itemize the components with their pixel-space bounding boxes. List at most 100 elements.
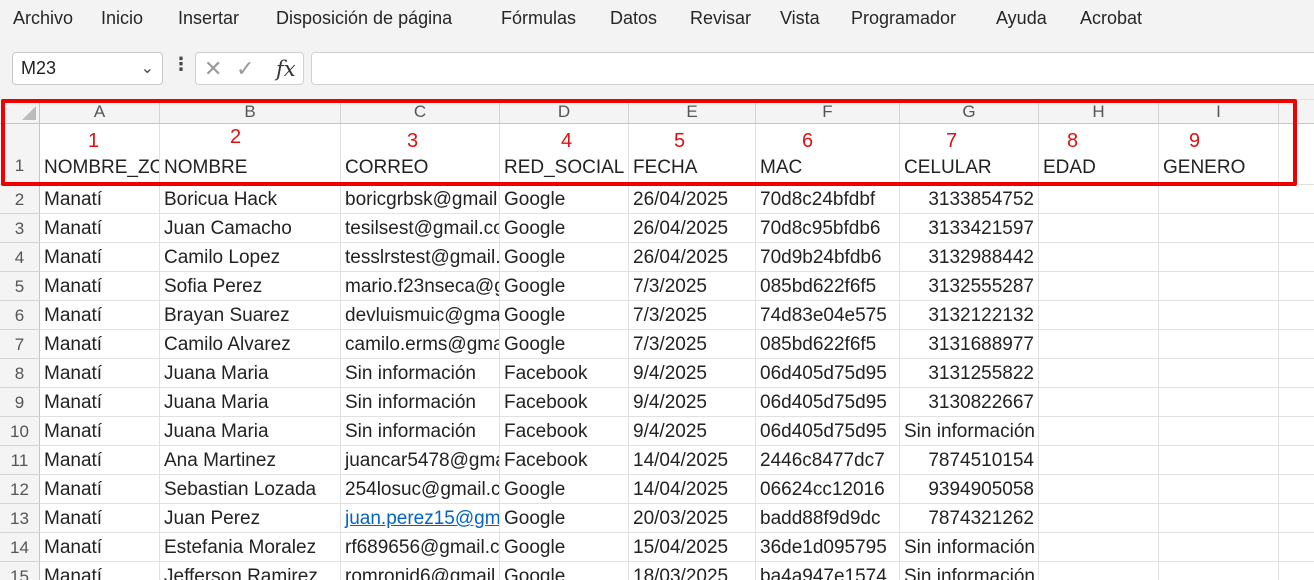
cell-d9[interactable]: Facebook	[500, 388, 629, 417]
formula-input[interactable]	[311, 52, 1314, 85]
cell-e4[interactable]: 26/04/2025	[629, 243, 756, 272]
cell-g8[interactable]: 3131255822	[900, 359, 1039, 388]
cell-e7[interactable]: 7/3/2025	[629, 330, 756, 359]
cell-f2[interactable]: 70d8c24bfdbf	[756, 185, 900, 214]
cell-h3[interactable]	[1039, 214, 1159, 243]
cell-d11[interactable]: Facebook	[500, 446, 629, 475]
row-header-12[interactable]: 12	[0, 475, 40, 504]
cell-a8[interactable]: Manatí	[40, 359, 160, 388]
cell-h14[interactable]	[1039, 533, 1159, 562]
cell-d2[interactable]: Google	[500, 185, 629, 214]
blank-cell[interactable]	[1279, 475, 1314, 504]
cell-b13[interactable]: Juan Perez	[160, 504, 341, 533]
row-header-3[interactable]: 3	[0, 214, 40, 243]
cell-a5[interactable]: Manatí	[40, 272, 160, 301]
menu-item-datos[interactable]: Datos	[610, 8, 657, 29]
blank-cell[interactable]	[1279, 243, 1314, 272]
cell-b8[interactable]: Juana Maria	[160, 359, 341, 388]
menu-item-revisar[interactable]: Revisar	[690, 8, 751, 29]
cell-d10[interactable]: Facebook	[500, 417, 629, 446]
blank-cell[interactable]	[1279, 359, 1314, 388]
menu-item-programador[interactable]: Programador	[851, 8, 956, 29]
cell-h9[interactable]	[1039, 388, 1159, 417]
blank-cell[interactable]	[1279, 533, 1314, 562]
row-header-5[interactable]: 5	[0, 272, 40, 301]
cell-h5[interactable]	[1039, 272, 1159, 301]
cell-b11[interactable]: Ana Martinez	[160, 446, 341, 475]
cell-c7[interactable]: camilo.erms@gmail.com	[341, 330, 500, 359]
cell-f7[interactable]: 085bd622f6f5	[756, 330, 900, 359]
cell-i9[interactable]	[1159, 388, 1279, 417]
cell-c3[interactable]: tesilsest@gmail.com	[341, 214, 500, 243]
menu-item-archivo[interactable]: Archivo	[13, 8, 73, 29]
blank-cell[interactable]	[1279, 301, 1314, 330]
cell-h11[interactable]	[1039, 446, 1159, 475]
cell-i13[interactable]	[1159, 504, 1279, 533]
row-header-13[interactable]: 13	[0, 504, 40, 533]
menu-item-vista[interactable]: Vista	[780, 8, 820, 29]
cell-c10[interactable]: Sin información	[341, 417, 500, 446]
blank-cell[interactable]	[1279, 185, 1314, 214]
cell-e12[interactable]: 14/04/2025	[629, 475, 756, 504]
cell-d14[interactable]: Google	[500, 533, 629, 562]
cell-i6[interactable]	[1159, 301, 1279, 330]
menu-item-acrobat[interactable]: Acrobat	[1080, 8, 1142, 29]
row-header-14[interactable]: 14	[0, 533, 40, 562]
cell-g2[interactable]: 3133854752	[900, 185, 1039, 214]
cell-g3[interactable]: 3133421597	[900, 214, 1039, 243]
cell-d7[interactable]: Google	[500, 330, 629, 359]
cell-i11[interactable]	[1159, 446, 1279, 475]
blank-cell[interactable]	[1279, 214, 1314, 243]
cell-i2[interactable]	[1159, 185, 1279, 214]
cell-h15[interactable]	[1039, 562, 1159, 580]
cell-b4[interactable]: Camilo Lopez	[160, 243, 341, 272]
cell-a15[interactable]: Manatí	[40, 562, 160, 580]
menu-item-ayuda[interactable]: Ayuda	[996, 8, 1047, 29]
cell-f5[interactable]: 085bd622f6f5	[756, 272, 900, 301]
cell-f6[interactable]: 74d83e04e575	[756, 301, 900, 330]
cell-e6[interactable]: 7/3/2025	[629, 301, 756, 330]
cell-g15[interactable]: Sin información	[900, 562, 1039, 580]
cell-e14[interactable]: 15/04/2025	[629, 533, 756, 562]
cell-f10[interactable]: 06d405d75d95	[756, 417, 900, 446]
cell-i10[interactable]	[1159, 417, 1279, 446]
cell-f3[interactable]: 70d8c95bfdb6	[756, 214, 900, 243]
cell-f13[interactable]: badd88f9d9dc	[756, 504, 900, 533]
chevron-down-icon[interactable]: ⌄	[141, 58, 154, 78]
blank-cell[interactable]	[1279, 562, 1314, 580]
cell-g5[interactable]: 3132555287	[900, 272, 1039, 301]
cell-c2[interactable]: boricgrbsk@gmail.com	[341, 185, 500, 214]
row-header-2[interactable]: 2	[0, 185, 40, 214]
cell-d4[interactable]: Google	[500, 243, 629, 272]
cell-e3[interactable]: 26/04/2025	[629, 214, 756, 243]
cell-a12[interactable]: Manatí	[40, 475, 160, 504]
cell-a14[interactable]: Manatí	[40, 533, 160, 562]
cell-e10[interactable]: 9/4/2025	[629, 417, 756, 446]
cell-c4[interactable]: tesslrstest@gmail.com	[341, 243, 500, 272]
cell-f15[interactable]: ba4a947e1574	[756, 562, 900, 580]
cell-c8[interactable]: Sin información	[341, 359, 500, 388]
cell-h2[interactable]	[1039, 185, 1159, 214]
cell-b2[interactable]: Boricua Hack	[160, 185, 341, 214]
cell-f9[interactable]: 06d405d75d95	[756, 388, 900, 417]
cell-g14[interactable]: Sin información	[900, 533, 1039, 562]
cell-c15[interactable]: romronid6@gmail.com	[341, 562, 500, 580]
cell-a4[interactable]: Manatí	[40, 243, 160, 272]
cell-i5[interactable]	[1159, 272, 1279, 301]
cell-a3[interactable]: Manatí	[40, 214, 160, 243]
cell-f11[interactable]: 2446c8477dc7	[756, 446, 900, 475]
cell-e2[interactable]: 26/04/2025	[629, 185, 756, 214]
row-header-6[interactable]: 6	[0, 301, 40, 330]
check-icon[interactable]: ✓	[236, 56, 254, 82]
cell-c12[interactable]: 254losuc@gmail.com	[341, 475, 500, 504]
blank-cell[interactable]	[1279, 504, 1314, 533]
cell-d12[interactable]: Google	[500, 475, 629, 504]
menu-item-insertar[interactable]: Insertar	[178, 8, 239, 29]
blank-cell[interactable]	[1279, 446, 1314, 475]
cell-f4[interactable]: 70d9b24bfdb6	[756, 243, 900, 272]
cell-h13[interactable]	[1039, 504, 1159, 533]
cell-d6[interactable]: Google	[500, 301, 629, 330]
row-header-9[interactable]: 9	[0, 388, 40, 417]
cell-d13[interactable]: Google	[500, 504, 629, 533]
cell-i4[interactable]	[1159, 243, 1279, 272]
